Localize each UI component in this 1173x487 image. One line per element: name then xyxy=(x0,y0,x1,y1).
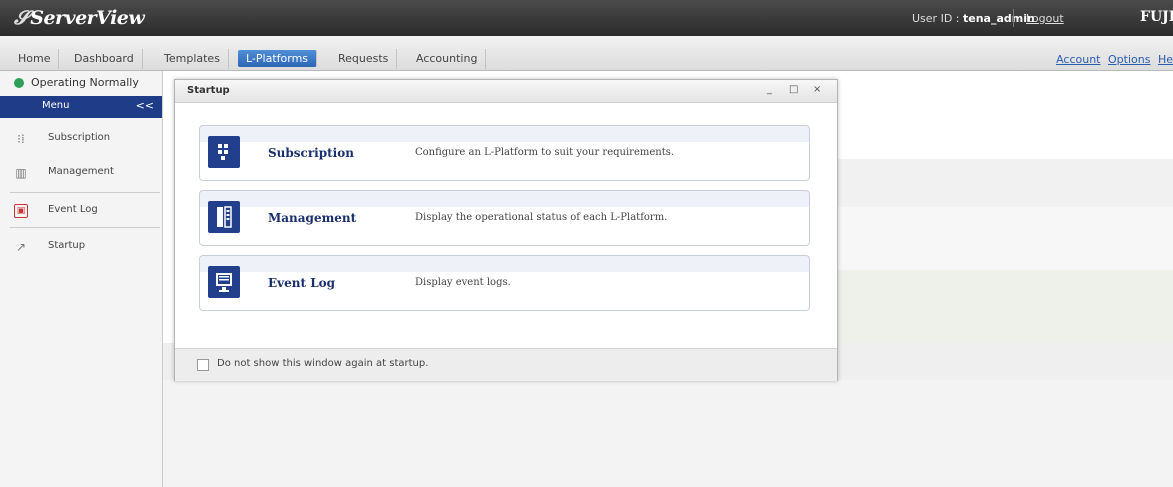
sidebar-item-management[interactable]: ▥ Management xyxy=(0,157,162,191)
subscription-option[interactable]: Subscription Configure an L-Platform to … xyxy=(199,125,810,181)
collapse-menu-button[interactable]: << xyxy=(136,99,154,112)
account-link[interactable]: Account xyxy=(1056,53,1100,66)
content-band xyxy=(163,380,1173,487)
maximize-icon[interactable]: □ xyxy=(789,84,798,95)
event-log-icon: ▣ xyxy=(14,204,28,218)
sidebar-item-label: Startup xyxy=(48,240,86,251)
management-icon: ▥ xyxy=(15,166,27,180)
option-description: Display the operational status of each L… xyxy=(415,212,668,223)
option-name: Event Log xyxy=(268,276,336,290)
subscription-icon xyxy=(208,136,240,168)
dialog-footer: Do not show this window again at startup… xyxy=(175,348,837,381)
options-link[interactable]: Options xyxy=(1108,53,1150,66)
user-id-value: tena_admin xyxy=(962,12,1035,25)
close-icon[interactable]: × xyxy=(813,84,821,95)
option-name: Management xyxy=(268,211,357,225)
sidebar-item-subscription[interactable]: ⁝⁞ Subscription xyxy=(0,123,162,157)
sidebar-divider xyxy=(10,227,160,228)
tab-l-platforms[interactable]: L-Platforms xyxy=(238,50,318,67)
logo-mark-icon: 𝓢 xyxy=(14,7,29,29)
main-nav: Home Dashboard Templates L-Platforms Req… xyxy=(0,36,1173,71)
content-band xyxy=(838,207,1173,270)
logout-link[interactable]: Logout xyxy=(1026,12,1064,25)
dont-show-again-label: Do not show this window again at startup… xyxy=(217,358,429,369)
serverview-logo: 𝓢 ServerView xyxy=(14,7,145,29)
management-icon xyxy=(208,201,240,233)
app-header: 𝓢 ServerView User ID : tena_admin Logout … xyxy=(0,0,1173,36)
menu-title: Menu xyxy=(42,100,70,111)
sidebar-divider xyxy=(10,192,160,193)
minimize-icon[interactable]: _ xyxy=(767,84,772,95)
sidebar-item-event-log[interactable]: ▣ Event Log xyxy=(0,195,162,229)
help-link[interactable]: He xyxy=(1158,53,1173,66)
tab-templates[interactable]: Templates xyxy=(156,49,229,69)
status-text: Operating Normally xyxy=(31,76,139,89)
status-row: Operating Normally xyxy=(0,71,162,95)
startup-icon: ↗ xyxy=(15,240,27,254)
event-log-option[interactable]: Event Log Display event logs. xyxy=(199,255,810,311)
menu-header: Menu << xyxy=(0,96,162,118)
fujitsu-logo: FUJITS xyxy=(1140,9,1173,25)
option-description: Configure an L-Platform to suit your req… xyxy=(415,147,675,158)
content-band xyxy=(838,270,1173,343)
tab-home[interactable]: Home xyxy=(10,49,60,69)
option-name: Subscription xyxy=(268,146,354,160)
dont-show-again-checkbox[interactable] xyxy=(197,359,209,371)
sidebar-item-label: Event Log xyxy=(48,204,98,215)
dialog-title: Startup xyxy=(187,85,230,96)
tab-accounting[interactable]: Accounting xyxy=(408,49,487,69)
management-option[interactable]: Management Display the operational statu… xyxy=(199,190,810,246)
content-band xyxy=(838,159,1173,207)
logo-text: ServerView xyxy=(30,7,145,29)
user-id-label: User ID : xyxy=(912,12,963,25)
subscription-icon: ⁝⁞ xyxy=(17,132,25,146)
nav-links: Account Options He xyxy=(1052,53,1173,66)
option-description: Display event logs. xyxy=(415,277,511,288)
tab-requests[interactable]: Requests xyxy=(330,49,398,69)
startup-dialog: Startup _ □ × Subscription Configure an … xyxy=(174,79,838,381)
header-divider xyxy=(1013,9,1014,27)
sidebar-item-startup[interactable]: ↗ Startup xyxy=(0,231,162,265)
sidebar: Operating Normally Menu << ⁝⁞ Subscripti… xyxy=(0,71,163,487)
sidebar-item-label: Management xyxy=(48,166,114,177)
user-id: User ID : tena_admin xyxy=(912,12,1035,25)
status-ok-icon xyxy=(14,78,24,88)
sidebar-item-label: Subscription xyxy=(48,132,111,143)
event-log-icon xyxy=(208,266,240,298)
tab-dashboard[interactable]: Dashboard xyxy=(66,49,143,69)
dialog-titlebar: Startup _ □ × xyxy=(175,80,837,103)
